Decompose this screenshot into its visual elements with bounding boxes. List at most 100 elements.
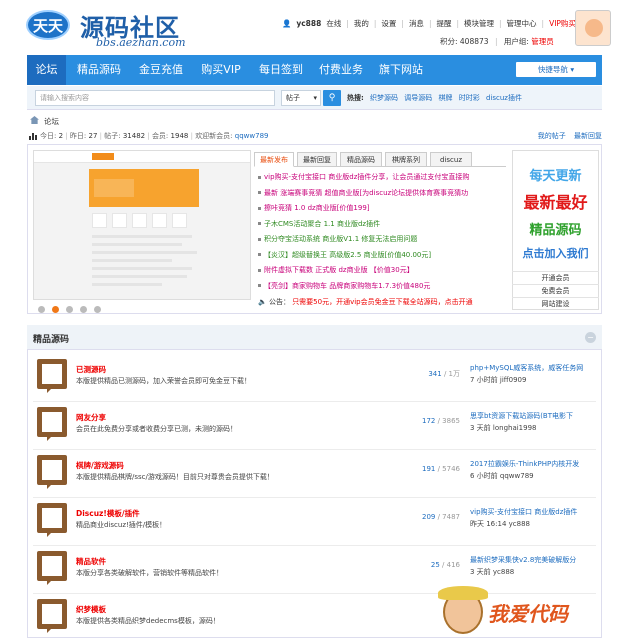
- news-item[interactable]: 附件虚拟下载数 正式版 dz商业版 【价值30元】: [258, 265, 414, 277]
- module-admin-link[interactable]: 模块管理: [464, 19, 494, 28]
- last-post-link[interactable]: vip购买-支付宝接口 商业版dz插件: [470, 507, 588, 517]
- forum-icon[interactable]: [37, 359, 67, 389]
- breadcrumb[interactable]: 论坛: [44, 116, 59, 127]
- search-button[interactable]: ⚲: [323, 90, 341, 106]
- reminders-link[interactable]: 提醒: [436, 19, 451, 28]
- tab-discuz[interactable]: discuz: [430, 152, 472, 167]
- search-icon: ⚲: [328, 93, 336, 103]
- slide-dot-active[interactable]: [52, 306, 59, 313]
- ad-line-4: 点击加入我们: [522, 247, 589, 260]
- website-building-link[interactable]: 网站建设: [512, 297, 599, 310]
- admin-center-link[interactable]: 管理中心: [507, 19, 537, 28]
- vip-buy-link[interactable]: VIP购买: [549, 19, 576, 28]
- speaker-icon: 🔈: [258, 298, 267, 306]
- settings-link[interactable]: 设置: [381, 19, 396, 28]
- forum-name[interactable]: Discuz!模板/插件: [76, 508, 140, 519]
- watermark-hat: [438, 586, 488, 600]
- forum-name[interactable]: 网友分享: [76, 412, 106, 423]
- nav-item-paid-services[interactable]: 付费业务: [311, 55, 371, 85]
- slide-dot[interactable]: [80, 306, 87, 313]
- online-status[interactable]: 在线: [326, 19, 341, 28]
- new-member-link[interactable]: qqww789: [235, 132, 269, 140]
- my-links: 我的帖子 最新回复: [532, 131, 602, 141]
- last-post-link[interactable]: php+MySQL威客系统，威客任务网: [470, 363, 588, 373]
- forum-name[interactable]: 织梦模板: [76, 604, 106, 615]
- search-input[interactable]: 请输入搜索内容: [35, 90, 275, 106]
- hot-search-term[interactable]: 调导源码: [404, 94, 432, 102]
- tab-chess-series[interactable]: 棋牌系列: [385, 152, 427, 167]
- my-link[interactable]: 我的: [354, 19, 369, 28]
- news-item[interactable]: 积分夺宝活动系统 商业版V1.1 修复无法启用问题: [258, 234, 417, 246]
- messages-link[interactable]: 消息: [409, 19, 424, 28]
- username-link[interactable]: yc888: [296, 19, 321, 28]
- news-item[interactable]: 擦咔竞猜 1.0 dz商业版[价值199]: [258, 203, 370, 215]
- slide-dot[interactable]: [66, 306, 73, 313]
- nav-item-buy-vip[interactable]: 购买VIP: [191, 55, 251, 85]
- free-member-link[interactable]: 免费会员: [512, 284, 599, 297]
- news-title: 附件虚拟下载数 正式版 dz商业版 【价值30元】: [264, 266, 414, 274]
- my-posts-link[interactable]: 我的帖子: [538, 132, 566, 140]
- forum-icon[interactable]: [37, 455, 67, 485]
- bullet-icon: [258, 268, 261, 272]
- news-title: 【炎汉】超级替换王 高级版2.5 商业版[价值40.00元]: [264, 250, 432, 259]
- chevron-down-icon: ▾: [313, 94, 317, 102]
- home-icon[interactable]: [30, 116, 39, 124]
- tab-latest-replies[interactable]: 最新回复: [297, 152, 337, 167]
- hot-search-term[interactable]: 织梦源码: [370, 94, 398, 102]
- last-post-time: 7 小时前 jiff0909: [470, 376, 527, 384]
- news-item[interactable]: 【亮剑】商家购物车 品牌商家购物车1.7.3价值480元: [258, 281, 430, 293]
- last-post-time: 3 天前 yc888: [470, 568, 515, 576]
- search-type-value: 帖子: [286, 94, 300, 102]
- forum-icon[interactable]: [37, 599, 67, 629]
- quick-nav-label: 快捷导航: [537, 65, 568, 74]
- points-link[interactable]: 积分: 408873: [440, 37, 489, 46]
- logo-badge[interactable]: 天天: [26, 10, 70, 40]
- news-item[interactable]: 【炎汉】超级替换王 高级版2.5 商业版[价值40.00元]: [258, 250, 431, 262]
- ad-line-1: 每天更新: [529, 169, 582, 184]
- forum-counts: 191 / 5746: [402, 465, 460, 473]
- nav-item-checkin[interactable]: 每日签到: [251, 55, 311, 85]
- user-group-value[interactable]: 管理员: [531, 37, 554, 46]
- news-item[interactable]: vip购买-支付宝接口 商业版dz插件分享，让会员通过支付宝直接购: [258, 172, 469, 184]
- hot-search-term[interactable]: 时时彩: [459, 94, 480, 102]
- watermark-text: 我爱代码: [488, 602, 568, 626]
- open-vip-link[interactable]: 开通会员: [512, 271, 599, 284]
- collapse-icon[interactable]: −: [585, 332, 596, 343]
- slideshow-image[interactable]: [33, 150, 251, 300]
- bullet-icon: [258, 222, 261, 225]
- nav-item-source-code[interactable]: 精品源码: [67, 55, 131, 85]
- post-count: 3865: [442, 417, 460, 425]
- forum-name[interactable]: 已测源码: [76, 364, 106, 375]
- news-item[interactable]: 子木CMS活动聚合 1.1 商业版dz插件: [258, 219, 380, 231]
- quick-nav-button[interactable]: 快捷导航 ▾: [516, 62, 596, 77]
- tab-source-code[interactable]: 精品源码: [340, 152, 382, 167]
- forum-name[interactable]: 棋牌/游戏源码: [76, 460, 124, 471]
- nav-item-sites[interactable]: 旗下网站: [371, 55, 431, 85]
- forum-name[interactable]: 精品软件: [76, 556, 106, 567]
- nav-item-forum[interactable]: 论坛: [27, 55, 66, 85]
- forum-description: 会员在此免费分享或者收费分享已测，未测的源码！: [76, 425, 237, 433]
- search-type-select[interactable]: 帖子 ▾: [281, 90, 321, 106]
- bullet-icon: [258, 175, 261, 179]
- last-post-link[interactable]: 最新织梦采集侠v2.8完美破解版分: [470, 555, 588, 565]
- tab-latest-posts[interactable]: 最新发布: [254, 152, 294, 167]
- forum-icon[interactable]: [37, 551, 67, 581]
- news-item[interactable]: 最新 涨端赛事竞猜 超值商业版[为discuz论坛提供体育赛事竞猜功: [258, 188, 468, 200]
- hot-search-term[interactable]: 棋牌: [439, 94, 453, 102]
- forum-description: 本版分享各类破解软件，营销软件等精品软件！: [76, 569, 223, 577]
- hot-search-term[interactable]: discuz插件: [486, 94, 522, 102]
- latest-replies-link[interactable]: 最新回复: [574, 132, 602, 140]
- last-post-link[interactable]: 2017拉霸娱乐-ThinkPHP内核开发: [470, 459, 588, 469]
- section-title[interactable]: 精品源码: [33, 332, 69, 345]
- last-post-link[interactable]: 思享bt资源下载站源码(BT电影下: [470, 411, 588, 421]
- news-title: 最新 涨端赛事竞猜 超值商业版[为discuz论坛提供体育赛事竞猜功: [264, 188, 469, 197]
- post-count: 1万: [448, 370, 460, 378]
- forum-icon[interactable]: [37, 407, 67, 437]
- nav-item-recharge[interactable]: 金豆充值: [131, 55, 191, 85]
- slide-dot[interactable]: [38, 306, 45, 313]
- stat-label: 帖子:: [104, 132, 121, 140]
- forum-icon[interactable]: [37, 503, 67, 533]
- avatar[interactable]: [575, 10, 611, 46]
- slide-dot[interactable]: [94, 306, 101, 313]
- notice-link[interactable]: 只需要50元，开通vip会员免金豆下载全站源码，点击开通: [292, 298, 472, 306]
